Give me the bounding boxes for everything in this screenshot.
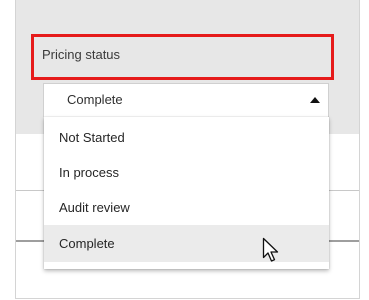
option-not-started[interactable]: Not Started: [44, 119, 329, 156]
option-complete[interactable]: Complete: [44, 225, 329, 262]
status-dropdown-menu: Not Started In process Audit review Comp…: [44, 117, 329, 269]
caret-up-icon[interactable]: [310, 97, 320, 103]
option-in-process[interactable]: In process: [44, 154, 329, 191]
pricing-status-label: Pricing status: [42, 47, 121, 62]
selected-value: Complete: [67, 92, 123, 107]
option-audit-review[interactable]: Audit review: [44, 189, 329, 226]
pricing-status-select[interactable]: Complete: [43, 83, 329, 117]
mouse-pointer-icon: [262, 237, 279, 262]
